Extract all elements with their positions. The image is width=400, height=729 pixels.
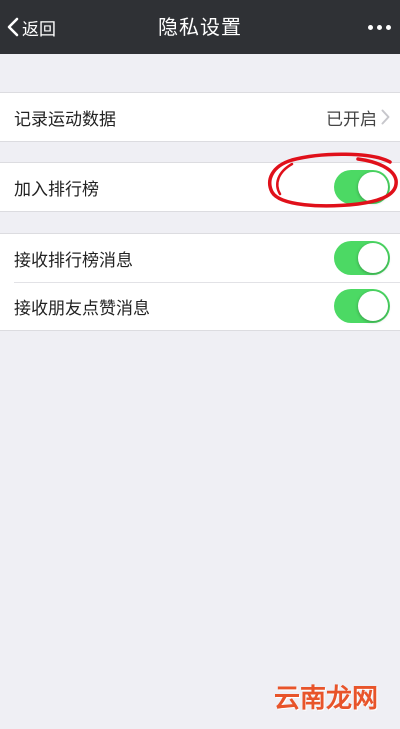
- watermark-logo: 云南龙网: [273, 684, 378, 714]
- receive-like-msg-label: 接收朋友点赞消息: [14, 298, 150, 319]
- join-ranking-toggle[interactable]: [334, 170, 390, 204]
- toggle-knob: [358, 243, 388, 273]
- chevron-right-icon: [381, 109, 390, 125]
- receive-ranking-msg-toggle[interactable]: [334, 241, 390, 275]
- receive-ranking-msg-cell: 接收排行榜消息: [0, 234, 400, 282]
- toggle-knob: [358, 291, 388, 321]
- receive-ranking-msg-label: 接收排行榜消息: [14, 250, 133, 271]
- join-ranking-cell: 加入排行榜: [0, 163, 400, 211]
- receive-like-msg-toggle[interactable]: [334, 289, 390, 323]
- record-data-label: 记录运动数据: [14, 109, 116, 130]
- more-dots-icon[interactable]: [364, 0, 394, 54]
- settings-group-messages: 接收排行榜消息 接收朋友点赞消息: [0, 233, 400, 331]
- record-data-cell[interactable]: 记录运动数据 已开启: [0, 93, 400, 141]
- settings-group-ranking: 加入排行榜: [0, 162, 400, 212]
- screen: 返回 隐私设置 记录运动数据 已开启 加入排行榜 接收排行榜消息 接收朋友点赞消…: [0, 0, 400, 729]
- record-data-value: 已开启: [326, 109, 377, 130]
- receive-like-msg-cell: 接收朋友点赞消息: [0, 282, 400, 330]
- join-ranking-label: 加入排行榜: [14, 179, 99, 200]
- navigation-bar: 返回 隐私设置: [0, 0, 400, 54]
- settings-group-record: 记录运动数据 已开启: [0, 92, 400, 142]
- toggle-knob: [358, 172, 388, 202]
- page-title: 隐私设置: [158, 15, 242, 39]
